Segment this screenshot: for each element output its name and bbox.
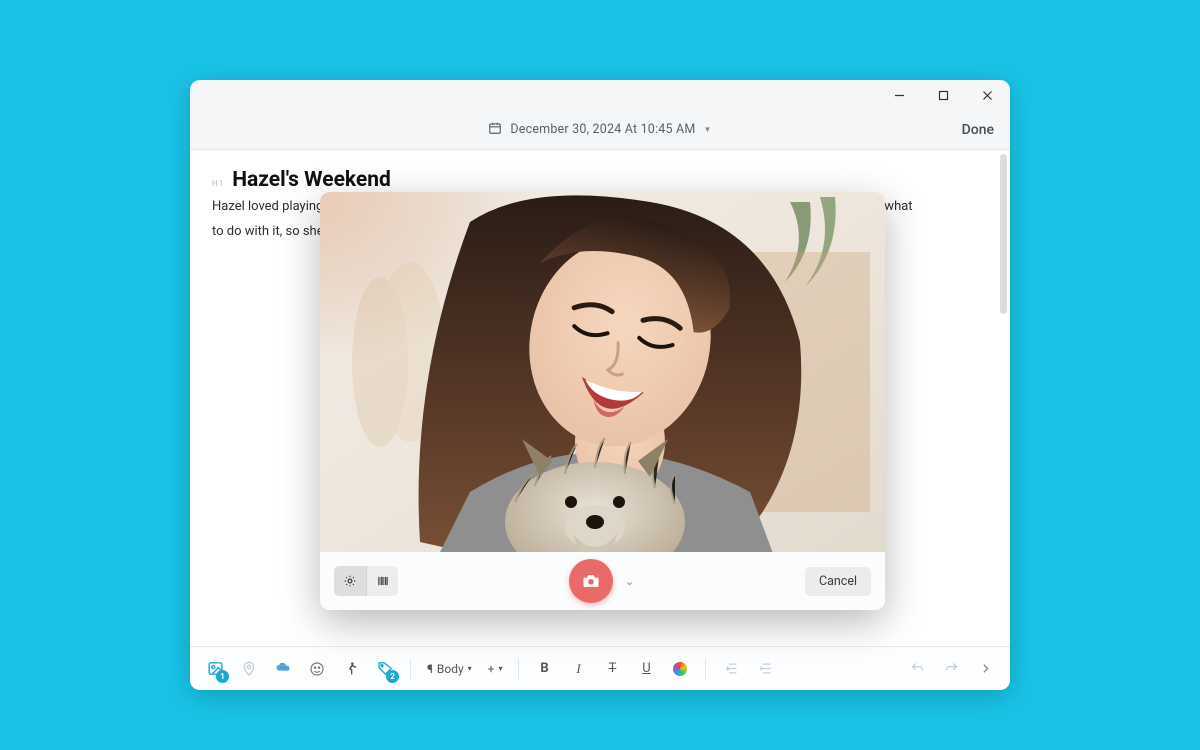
chevron-down-icon: ▾	[468, 664, 472, 673]
toolbar-separator	[410, 659, 411, 679]
tag-tool[interactable]: 2	[370, 654, 400, 684]
photo-count-badge: 1	[216, 670, 229, 683]
redo-button[interactable]	[936, 654, 966, 684]
text-color-button[interactable]	[665, 654, 695, 684]
close-button[interactable]	[972, 83, 1002, 107]
more-button[interactable]	[970, 654, 1000, 684]
paragraph-icon: ¶	[427, 662, 433, 676]
chevron-down-icon: ▼	[703, 125, 711, 134]
camera-dialog-toolbar: ⌄ Cancel	[320, 552, 885, 610]
cancel-button[interactable]: Cancel	[805, 567, 871, 596]
photo-tool[interactable]: 1	[200, 654, 230, 684]
bold-button[interactable]: B	[529, 654, 559, 684]
camera-mode-barcode-button[interactable]	[366, 566, 398, 596]
formatting-toolbar: 1 2 ¶ Body ▾ + ▾ B I T U	[190, 646, 1010, 690]
insert-dropdown[interactable]: + ▾	[482, 662, 509, 676]
undo-button[interactable]	[902, 654, 932, 684]
capture-options-chevron[interactable]: ⌄	[625, 575, 634, 588]
minimize-button[interactable]	[884, 83, 914, 107]
indent-button[interactable]	[750, 654, 780, 684]
underline-button[interactable]: U	[631, 654, 661, 684]
entry-date-dropdown[interactable]: December 30, 2024 At 10:45 AM ▼	[488, 121, 711, 139]
maximize-button[interactable]	[928, 83, 958, 107]
camera-mode-photo-button[interactable]	[334, 566, 366, 596]
outdent-button[interactable]	[716, 654, 746, 684]
location-tool[interactable]	[234, 654, 264, 684]
toolbar-separator	[705, 659, 706, 679]
text-style-dropdown[interactable]: ¶ Body ▾	[421, 662, 478, 676]
weather-tool[interactable]	[268, 654, 298, 684]
window-titlebar	[190, 80, 1010, 110]
strikethrough-button[interactable]: T	[597, 654, 627, 684]
tag-count-badge: 2	[386, 670, 399, 683]
toolbar-separator	[518, 659, 519, 679]
chevron-down-icon: ▾	[498, 664, 502, 673]
capture-photo-button[interactable]	[569, 559, 613, 603]
heading-level-marker: H1	[212, 179, 224, 188]
scrollbar-thumb[interactable]	[1000, 154, 1007, 314]
done-button[interactable]: Done	[962, 110, 994, 149]
editor-toolbar: December 30, 2024 At 10:45 AM ▼ Done	[190, 110, 1010, 150]
entry-title[interactable]: Hazel's Weekend	[232, 168, 391, 192]
calendar-icon	[488, 121, 502, 139]
vertical-scrollbar[interactable]	[998, 150, 1008, 646]
mood-tool[interactable]	[302, 654, 332, 684]
activity-tool[interactable]	[336, 654, 366, 684]
italic-button[interactable]: I	[563, 654, 593, 684]
color-wheel-icon	[673, 662, 687, 676]
camera-preview	[320, 192, 885, 552]
camera-capture-dialog: ⌄ Cancel	[320, 192, 885, 610]
entry-date-label: December 30, 2024 At 10:45 AM	[510, 122, 695, 137]
